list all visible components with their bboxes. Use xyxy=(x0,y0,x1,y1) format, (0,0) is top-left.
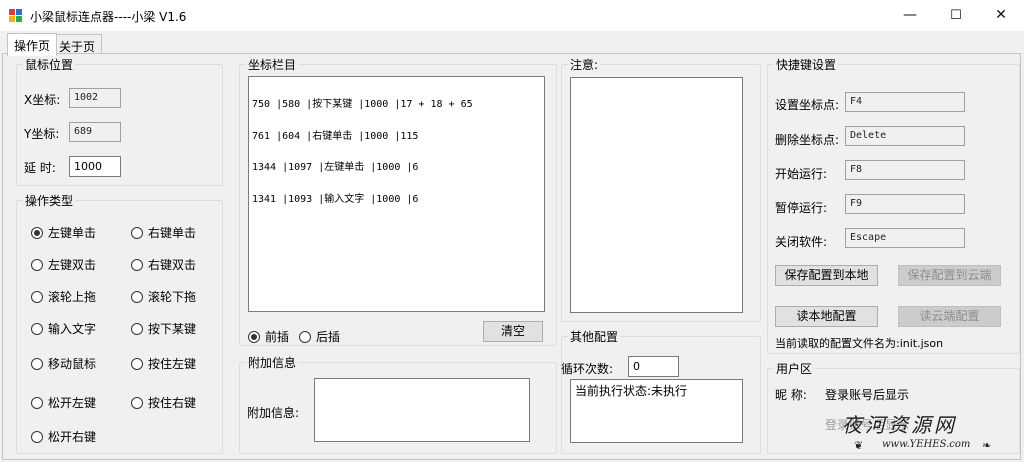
radio-dot xyxy=(131,290,143,303)
y-coord-field: 689 xyxy=(69,122,121,142)
radio-dot xyxy=(31,290,43,303)
minimize-button[interactable]: — xyxy=(887,0,933,31)
config-file-text: 当前读取的配置文件名为:init.json xyxy=(775,337,944,350)
radio-right-double-click[interactable]: 右键双击 xyxy=(131,256,196,273)
radio-left-double-click[interactable]: 左键双击 xyxy=(31,256,96,273)
radio-wheel-down[interactable]: 滚轮下拖 xyxy=(131,288,196,305)
tab-page-operation: 鼠标位置 X坐标: 1002 Y坐标: 689 延 时: 1000 操作类型 左… xyxy=(2,53,1021,460)
nickname-value: 登录账号后显示 xyxy=(825,388,910,402)
hotkey-field-start[interactable]: F8 xyxy=(845,160,965,180)
tab-operation[interactable]: 操作页 xyxy=(7,33,58,56)
read-cloud-button[interactable]: 读云端配置 xyxy=(898,306,1001,327)
delay-input[interactable]: 1000 xyxy=(69,156,121,177)
hotkey-label-pause: 暂停运行: xyxy=(775,201,828,215)
radio-dot xyxy=(131,396,143,409)
y-coord-label: Y坐标: xyxy=(24,127,60,141)
radio-dot xyxy=(131,258,143,271)
radio-dot xyxy=(31,258,43,271)
notice-legend: 注意: xyxy=(570,58,599,72)
radio-hold-left[interactable]: 按住左键 xyxy=(131,355,196,372)
hotkey-settings-legend: 快捷键设置 xyxy=(776,58,837,72)
radio-input-text[interactable]: 输入文字 xyxy=(31,320,96,337)
tab-about[interactable]: 关于页 xyxy=(52,34,103,55)
coordinate-listbox[interactable]: 750 |580 |按下某键 |1000 |17 + 18 + 65 761 |… xyxy=(248,76,545,312)
radio-release-left[interactable]: 松开左键 xyxy=(31,394,96,411)
operation-type-legend: 操作类型 xyxy=(25,194,74,208)
hotkey-label-set-point: 设置坐标点: xyxy=(775,98,840,112)
coordinate-row[interactable]: 1341 |1093 |输入文字 |1000 |6 xyxy=(252,194,541,206)
watermark-url: www.YEHES.com xyxy=(882,439,971,450)
radio-dot xyxy=(31,396,43,409)
radio-dot xyxy=(31,357,43,370)
radio-move-mouse[interactable]: 移动鼠标 xyxy=(31,355,96,372)
radio-press-key[interactable]: 按下某键 xyxy=(131,320,196,337)
ornament-icon: ❧ xyxy=(982,439,992,452)
radio-dot xyxy=(131,322,143,335)
watermark: 夜河资源网 ❦ www.YEHES.com ❧ xyxy=(832,405,1020,461)
coordinate-row[interactable]: 1344 |1097 |左键单击 |1000 |6 xyxy=(252,162,541,174)
hotkey-label-close: 关闭软件: xyxy=(775,235,828,249)
loop-count-input[interactable]: 0 xyxy=(628,356,679,377)
hotkey-field-pause[interactable]: F9 xyxy=(845,194,965,214)
title-bar: 小梁鼠标连点器----小梁 V1.6 — ☐ ✕ xyxy=(0,0,1024,31)
save-cloud-button[interactable]: 保存配置到云端 xyxy=(898,265,1001,286)
loop-count-label: 循环次数: xyxy=(561,362,614,376)
x-coord-label: X坐标: xyxy=(24,93,61,107)
watermark-title: 夜河资源网 xyxy=(842,413,957,437)
window-title: 小梁鼠标连点器----小梁 V1.6 xyxy=(30,10,187,24)
extra-info-label: 附加信息: xyxy=(247,406,300,420)
notice-textarea[interactable] xyxy=(570,77,743,313)
user-area-legend: 用户区 xyxy=(776,362,813,376)
x-coord-field: 1002 xyxy=(69,88,121,108)
extra-info-legend: 附加信息 xyxy=(248,356,297,370)
app-icon xyxy=(9,9,23,22)
hotkey-field-set-point[interactable]: F4 xyxy=(845,92,965,112)
radio-dot xyxy=(31,322,43,335)
close-button[interactable]: ✕ xyxy=(978,0,1024,31)
read-local-button[interactable]: 读本地配置 xyxy=(775,306,878,327)
status-label: 当前执行状态: xyxy=(575,384,652,398)
radio-dot xyxy=(299,330,311,343)
save-local-button[interactable]: 保存配置到本地 xyxy=(775,265,878,286)
radio-right-click[interactable]: 右键单击 xyxy=(131,224,196,241)
radio-wheel-up[interactable]: 滚轮上拖 xyxy=(31,288,96,305)
maximize-button[interactable]: ☐ xyxy=(933,0,979,31)
window-client: 操作页 关于页 鼠标位置 X坐标: 1002 Y坐标: 689 延 时: 100… xyxy=(0,31,1024,462)
radio-left-click[interactable]: 左键单击 xyxy=(31,224,96,241)
coordinate-row[interactable]: 761 |604 |右键单击 |1000 |115 xyxy=(252,131,541,143)
radio-dot xyxy=(31,430,43,443)
coordinate-list-legend: 坐标栏目 xyxy=(248,58,297,72)
hotkey-label-start: 开始运行: xyxy=(775,167,828,181)
ornament-icon: ❦ xyxy=(854,439,864,452)
other-config-legend: 其他配置 xyxy=(570,330,619,344)
radio-insert-after[interactable]: 后插 xyxy=(299,328,340,345)
clear-button[interactable]: 清空 xyxy=(483,321,543,342)
radio-release-right[interactable]: 松开右键 xyxy=(31,428,96,445)
hotkey-field-close[interactable]: Escape xyxy=(845,228,965,248)
radio-hold-right[interactable]: 按住右键 xyxy=(131,394,196,411)
mouse-position-legend: 鼠标位置 xyxy=(25,58,74,72)
extra-info-textarea[interactable] xyxy=(314,378,530,442)
radio-dot xyxy=(248,330,260,343)
radio-dot xyxy=(131,357,143,370)
execution-status-box: 当前执行状态:未执行 xyxy=(570,379,743,443)
radio-dot xyxy=(131,226,143,239)
hotkey-field-delete-point[interactable]: Delete xyxy=(845,126,965,146)
hotkey-label-delete-point: 删除坐标点: xyxy=(775,133,840,147)
radio-insert-before[interactable]: 前插 xyxy=(248,328,289,345)
radio-dot xyxy=(31,226,43,239)
nickname-label: 昵 称: xyxy=(775,388,807,402)
coordinate-row[interactable]: 750 |580 |按下某键 |1000 |17 + 18 + 65 xyxy=(252,99,541,111)
status-value: 未执行 xyxy=(651,384,688,398)
delay-label: 延 时: xyxy=(24,161,56,175)
